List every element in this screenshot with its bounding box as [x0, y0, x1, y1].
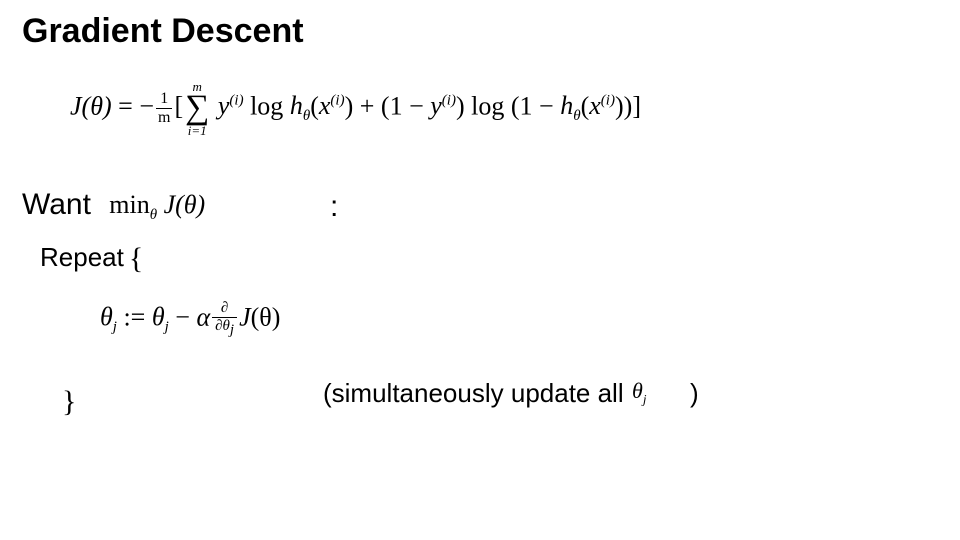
frac-den: m [156, 109, 172, 127]
one-minus-y-open: (1 − [381, 91, 430, 120]
assign: := [117, 302, 152, 331]
repeat-label: Repeat [40, 242, 124, 272]
h1-close: ) [345, 91, 354, 120]
simultaneous-note: (simultaneously update all [323, 378, 624, 409]
partial-den: ∂θj [212, 318, 237, 339]
plus: + [353, 91, 381, 120]
cost-function-formula: J(θ) = −1m[m∑i=1 y(i) log hθ(x(i)) + (1 … [70, 80, 641, 137]
minus: − [169, 302, 197, 331]
log2: log [465, 91, 511, 120]
min-text: min [109, 190, 149, 219]
h1-x: x(i) [319, 91, 345, 120]
want-math: minθ J(θ) [109, 190, 205, 219]
j-arg: (θ) [175, 190, 205, 219]
one-minus-y-close: ) [456, 91, 465, 120]
j-cost-arg: (θ) [251, 302, 281, 331]
close-brace: } [62, 385, 76, 419]
neg-sign: − [139, 91, 154, 120]
open-brace: { [129, 242, 143, 275]
log2-close: ) [624, 91, 633, 120]
want-colon: : [330, 190, 338, 224]
theta-lhs: θj [100, 302, 117, 331]
cost-lhs: J(θ) [70, 91, 112, 120]
h1: hθ [290, 91, 310, 120]
partial-num: ∂ [212, 300, 237, 318]
min-sub: θ [150, 207, 157, 223]
h1-open: ( [310, 91, 319, 120]
j-cost: J [239, 302, 251, 331]
slide-title: Gradient Descent [22, 12, 304, 51]
slide: Gradient Descent J(θ) = −1m[m∑i=1 y(i) l… [0, 0, 960, 540]
one-over-m: 1m [156, 90, 172, 127]
right-bracket: ] [632, 91, 641, 120]
h2-close: ) [615, 91, 624, 120]
one-minus-y-y: y(i) [430, 91, 456, 120]
h2-open: ( [581, 91, 590, 120]
h2: hθ [560, 91, 580, 120]
update-rule: θj := θj − α∂∂θjJ(θ) [100, 300, 280, 339]
sum-lower: i=1 [185, 124, 209, 137]
note-theta: θj [632, 378, 646, 407]
frac-num: 1 [156, 90, 172, 109]
summation: m∑i=1 [185, 80, 209, 137]
left-bracket: [ [174, 91, 183, 120]
h2-x: x(i) [589, 91, 615, 120]
repeat-line: Repeat{ [40, 242, 143, 276]
eq-sign: = [112, 91, 140, 120]
alpha: α [196, 302, 210, 331]
log2-open: (1 − [511, 91, 560, 120]
theta-rhs: θj [152, 302, 169, 331]
y-term: y(i) [218, 91, 244, 120]
log1: log [244, 91, 290, 120]
want-line: Want minθ J(θ) [22, 188, 205, 224]
want-label: Want [22, 188, 91, 222]
sigma-icon: ∑ [185, 93, 209, 124]
note-close-paren: ) [690, 378, 699, 409]
j-func: J [164, 190, 176, 219]
partial-frac: ∂∂θj [212, 300, 237, 339]
